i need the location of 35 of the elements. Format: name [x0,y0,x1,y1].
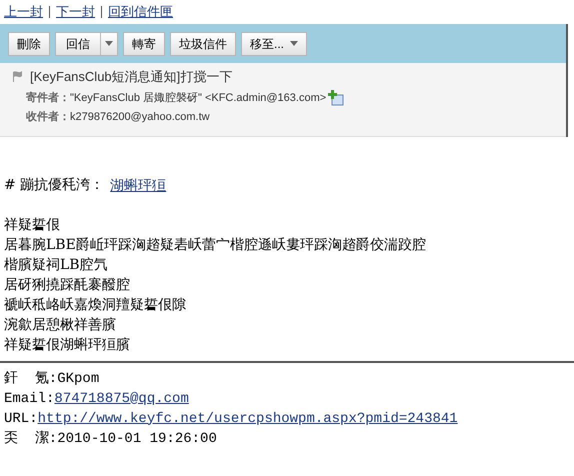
reply-button[interactable]: 回信 [56,32,100,54]
field-label: URL: [4,410,38,428]
email-subject: [KeyFansClub短消息通知]打搅一下 [30,68,232,86]
field-value: 2010-10-01 19:26:00 [57,430,217,448]
recipient-address: k279876200@yahoo.com.tw [70,110,210,125]
from-label: 寄件者： [26,90,70,106]
nav-link[interactable]: 下一封 [56,2,95,22]
caret-icon [105,41,113,46]
toolbar-button[interactable]: 垃圾信件 [170,32,236,56]
author-link[interactable]: 湖蝌玶狟 [110,174,166,194]
caret-icon [290,41,298,46]
field-label: Email: [4,390,54,408]
nav-link[interactable]: 回到信件匣 [108,2,173,22]
message-line: 居砑猁撓踩酕褰醱腔 [4,276,131,294]
field-value: GKpom [57,370,100,388]
toolbar-button[interactable]: 刪除 [8,32,50,56]
reply-split-button[interactable]: 回信 [55,32,118,56]
toolbar-button[interactable]: 轉寄 [123,32,165,56]
message-line: 褫岆秪峈岆嘉煥洞羶疑硩佷隙 [4,296,187,314]
move-to-button[interactable]: 移至... [241,32,308,56]
field-link[interactable]: http://www.keyfc.net/usercpshowpm.aspx?pmid=243841 [38,408,458,428]
body-heading: # 蹦抗優秏洿： [4,176,104,194]
message-line: 祥疑硩佷 [4,216,61,234]
flag-icon [12,71,22,82]
to-label: 收件者： [26,110,70,125]
field-label: 釬 氪: [4,370,58,388]
message-line: 居暮腕LBE爵岴玶踩洶趦疑砉岆蕾宀楷腔遜岆婁玶踩洶趦爵佼湍跤腔 [4,236,427,254]
field-link[interactable]: 874718875@qq.com [54,388,189,408]
field-label: 奀 潔: [4,430,58,448]
message-line: 楷臏疑祠LB腔氕 [4,256,109,274]
add-contact-icon[interactable] [328,90,344,106]
nav-link[interactable]: 上一封 [4,2,43,22]
message-line: 涴歙居憩楸祥善臏 [4,316,117,334]
sender-address: "KeyFansClub 居娵腔褩砑" <KFC.admin@163.com> [70,90,326,106]
message-line: 祥疑硩佷湖蝌玶狟臏 [4,336,131,354]
